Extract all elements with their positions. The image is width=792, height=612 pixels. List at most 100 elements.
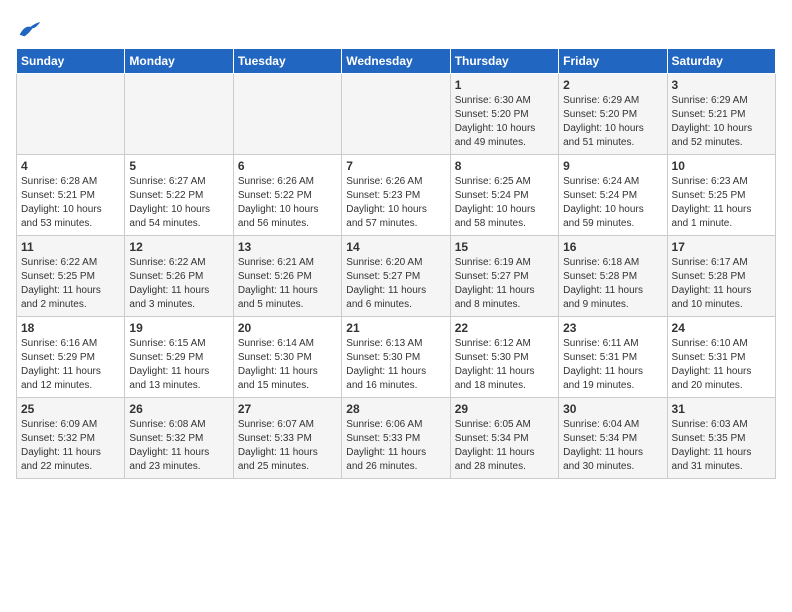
- cell-info: Sunrise: 6:29 AM Sunset: 5:20 PM Dayligh…: [563, 94, 662, 150]
- day-number: 30: [563, 402, 662, 416]
- table-row: 10 Sunrise: 6:23 AM Sunset: 5:25 PM Dayli…: [667, 155, 775, 236]
- table-row: [233, 74, 341, 155]
- week-row-5: 25 Sunrise: 6:09 AM Sunset: 5:32 PM Dayli…: [17, 398, 776, 479]
- header-wednesday: Wednesday: [342, 49, 450, 74]
- week-row-2: 4Sunrise: 6:28 AM Sunset: 5:21 PM Daylig…: [17, 155, 776, 236]
- cell-info: Sunrise: 6:16 AM Sunset: 5:29 PM Dayligh…: [21, 337, 120, 393]
- table-row: 5Sunrise: 6:27 AM Sunset: 5:22 PM Daylig…: [125, 155, 233, 236]
- cell-info: Sunrise: 6:23 AM Sunset: 5:25 PM Dayligh…: [672, 175, 771, 231]
- day-number: 7: [346, 159, 445, 173]
- table-row: 4Sunrise: 6:28 AM Sunset: 5:21 PM Daylig…: [17, 155, 125, 236]
- day-number: 13: [238, 240, 337, 254]
- table-row: [342, 74, 450, 155]
- cell-info: Sunrise: 6:06 AM Sunset: 5:33 PM Dayligh…: [346, 418, 445, 474]
- cell-info: Sunrise: 6:26 AM Sunset: 5:22 PM Dayligh…: [238, 175, 337, 231]
- day-number: 19: [129, 321, 228, 335]
- cell-info: Sunrise: 6:13 AM Sunset: 5:30 PM Dayligh…: [346, 337, 445, 393]
- table-row: 9Sunrise: 6:24 AM Sunset: 5:24 PM Daylig…: [559, 155, 667, 236]
- cell-info: Sunrise: 6:24 AM Sunset: 5:24 PM Dayligh…: [563, 175, 662, 231]
- cell-info: Sunrise: 6:04 AM Sunset: 5:34 PM Dayligh…: [563, 418, 662, 474]
- table-row: 21 Sunrise: 6:13 AM Sunset: 5:30 PM Dayli…: [342, 317, 450, 398]
- day-number: 18: [21, 321, 120, 335]
- table-row: [125, 74, 233, 155]
- header-tuesday: Tuesday: [233, 49, 341, 74]
- cell-info: Sunrise: 6:25 AM Sunset: 5:24 PM Dayligh…: [455, 175, 554, 231]
- table-row: 8 Sunrise: 6:25 AM Sunset: 5:24 PM Daylig…: [450, 155, 558, 236]
- table-row: [17, 74, 125, 155]
- day-number: 8: [455, 159, 554, 173]
- day-number: 16: [563, 240, 662, 254]
- calendar-table: SundayMondayTuesdayWednesdayThursdayFrid…: [16, 48, 776, 479]
- table-row: 23 Sunrise: 6:11 AM Sunset: 5:31 PM Dayli…: [559, 317, 667, 398]
- header-monday: Monday: [125, 49, 233, 74]
- cell-info: Sunrise: 6:10 AM Sunset: 5:31 PM Dayligh…: [672, 337, 771, 393]
- day-number: 25: [21, 402, 120, 416]
- day-number: 1: [455, 78, 554, 92]
- header-saturday: Saturday: [667, 49, 775, 74]
- cell-info: Sunrise: 6:30 AM Sunset: 5:20 PM Dayligh…: [455, 94, 554, 150]
- table-row: 15 Sunrise: 6:19 AM Sunset: 5:27 PM Dayli…: [450, 236, 558, 317]
- table-row: 30 Sunrise: 6:04 AM Sunset: 5:34 PM Dayli…: [559, 398, 667, 479]
- table-row: 27Sunrise: 6:07 AM Sunset: 5:33 PM Dayli…: [233, 398, 341, 479]
- cell-info: Sunrise: 6:19 AM Sunset: 5:27 PM Dayligh…: [455, 256, 554, 312]
- cell-info: Sunrise: 6:18 AM Sunset: 5:28 PM Dayligh…: [563, 256, 662, 312]
- table-row: 28 Sunrise: 6:06 AM Sunset: 5:33 PM Dayli…: [342, 398, 450, 479]
- table-row: 26 Sunrise: 6:08 AM Sunset: 5:32 PM Dayli…: [125, 398, 233, 479]
- table-row: 2Sunrise: 6:29 AM Sunset: 5:20 PM Daylig…: [559, 74, 667, 155]
- day-number: 21: [346, 321, 445, 335]
- table-row: 1 Sunrise: 6:30 AM Sunset: 5:20 PM Daylig…: [450, 74, 558, 155]
- cell-info: Sunrise: 6:08 AM Sunset: 5:32 PM Dayligh…: [129, 418, 228, 474]
- day-number: 20: [238, 321, 337, 335]
- cell-info: Sunrise: 6:15 AM Sunset: 5:29 PM Dayligh…: [129, 337, 228, 393]
- day-number: 12: [129, 240, 228, 254]
- week-row-3: 11 Sunrise: 6:22 AM Sunset: 5:25 PM Dayli…: [17, 236, 776, 317]
- cell-info: Sunrise: 6:09 AM Sunset: 5:32 PM Dayligh…: [21, 418, 120, 474]
- week-row-4: 18 Sunrise: 6:16 AM Sunset: 5:29 PM Dayli…: [17, 317, 776, 398]
- table-row: 16 Sunrise: 6:18 AM Sunset: 5:28 PM Dayli…: [559, 236, 667, 317]
- day-number: 24: [672, 321, 771, 335]
- cell-info: Sunrise: 6:22 AM Sunset: 5:25 PM Dayligh…: [21, 256, 120, 312]
- day-number: 31: [672, 402, 771, 416]
- day-number: 14: [346, 240, 445, 254]
- table-row: 14 Sunrise: 6:20 AM Sunset: 5:27 PM Dayli…: [342, 236, 450, 317]
- cell-info: Sunrise: 6:14 AM Sunset: 5:30 PM Dayligh…: [238, 337, 337, 393]
- cell-info: Sunrise: 6:29 AM Sunset: 5:21 PM Dayligh…: [672, 94, 771, 150]
- day-number: 4: [21, 159, 120, 173]
- cell-info: Sunrise: 6:11 AM Sunset: 5:31 PM Dayligh…: [563, 337, 662, 393]
- header-thursday: Thursday: [450, 49, 558, 74]
- day-number: 11: [21, 240, 120, 254]
- header-row: SundayMondayTuesdayWednesdayThursdayFrid…: [17, 49, 776, 74]
- day-number: 15: [455, 240, 554, 254]
- day-number: 6: [238, 159, 337, 173]
- day-number: 10: [672, 159, 771, 173]
- table-row: 20 Sunrise: 6:14 AM Sunset: 5:30 PM Dayli…: [233, 317, 341, 398]
- table-row: 18 Sunrise: 6:16 AM Sunset: 5:29 PM Dayli…: [17, 317, 125, 398]
- cell-info: Sunrise: 6:27 AM Sunset: 5:22 PM Dayligh…: [129, 175, 228, 231]
- cell-info: Sunrise: 6:22 AM Sunset: 5:26 PM Dayligh…: [129, 256, 228, 312]
- table-row: 29Sunrise: 6:05 AM Sunset: 5:34 PM Dayli…: [450, 398, 558, 479]
- cell-info: Sunrise: 6:20 AM Sunset: 5:27 PM Dayligh…: [346, 256, 445, 312]
- day-number: 26: [129, 402, 228, 416]
- table-row: 22Sunrise: 6:12 AM Sunset: 5:30 PM Dayli…: [450, 317, 558, 398]
- week-row-1: 1 Sunrise: 6:30 AM Sunset: 5:20 PM Daylig…: [17, 74, 776, 155]
- cell-info: Sunrise: 6:26 AM Sunset: 5:23 PM Dayligh…: [346, 175, 445, 231]
- page-header: [16, 16, 776, 40]
- day-number: 28: [346, 402, 445, 416]
- table-row: 17 Sunrise: 6:17 AM Sunset: 5:28 PM Dayli…: [667, 236, 775, 317]
- table-row: 25 Sunrise: 6:09 AM Sunset: 5:32 PM Dayli…: [17, 398, 125, 479]
- day-number: 17: [672, 240, 771, 254]
- table-row: 6 Sunrise: 6:26 AM Sunset: 5:22 PM Daylig…: [233, 155, 341, 236]
- cell-info: Sunrise: 6:05 AM Sunset: 5:34 PM Dayligh…: [455, 418, 554, 474]
- day-number: 22: [455, 321, 554, 335]
- table-row: 13 Sunrise: 6:21 AM Sunset: 5:26 PM Dayli…: [233, 236, 341, 317]
- header-sunday: Sunday: [17, 49, 125, 74]
- day-number: 23: [563, 321, 662, 335]
- day-number: 3: [672, 78, 771, 92]
- table-row: 24 Sunrise: 6:10 AM Sunset: 5:31 PM Dayli…: [667, 317, 775, 398]
- calendar-body: 1 Sunrise: 6:30 AM Sunset: 5:20 PM Daylig…: [17, 74, 776, 479]
- table-row: 12 Sunrise: 6:22 AM Sunset: 5:26 PM Dayli…: [125, 236, 233, 317]
- header-friday: Friday: [559, 49, 667, 74]
- cell-info: Sunrise: 6:21 AM Sunset: 5:26 PM Dayligh…: [238, 256, 337, 312]
- cell-info: Sunrise: 6:03 AM Sunset: 5:35 PM Dayligh…: [672, 418, 771, 474]
- cell-info: Sunrise: 6:17 AM Sunset: 5:28 PM Dayligh…: [672, 256, 771, 312]
